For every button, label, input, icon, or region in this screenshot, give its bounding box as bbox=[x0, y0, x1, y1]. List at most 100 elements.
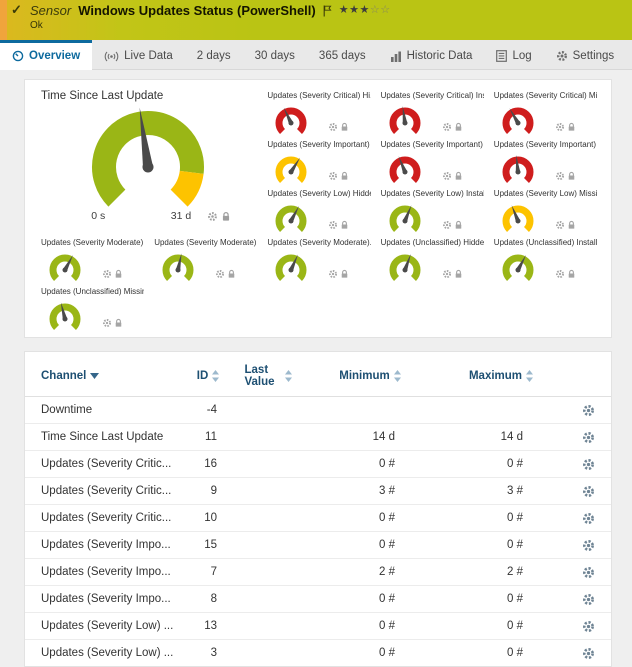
channel-gauge[interactable]: Updates (Unclassified) Install... bbox=[488, 235, 601, 284]
gear-icon[interactable] bbox=[555, 122, 565, 132]
channel-gauge-title: Updates (Severity Important) ... bbox=[494, 140, 597, 149]
gear-icon[interactable] bbox=[215, 269, 225, 279]
col-header-id[interactable]: ID bbox=[183, 358, 233, 397]
gear-icon[interactable] bbox=[328, 269, 338, 279]
gear-icon[interactable] bbox=[555, 171, 565, 181]
lock-icon[interactable] bbox=[567, 122, 576, 132]
channel-settings-gear-icon[interactable] bbox=[565, 566, 611, 579]
channel-row: Updates (Severity Impo... 15 0 # 0 # bbox=[25, 532, 611, 559]
lock-icon[interactable] bbox=[340, 122, 349, 132]
channel-gauge[interactable]: Updates (Severity Important) ... bbox=[488, 137, 601, 186]
channel-settings-gear-icon[interactable] bbox=[565, 539, 611, 552]
tab-overview[interactable]: Overview bbox=[0, 40, 92, 70]
channel-row: Updates (Severity Impo... 8 0 # 0 # bbox=[25, 586, 611, 613]
channel-gauge[interactable]: Updates (Severity Critical) Mi... bbox=[488, 88, 601, 137]
gear-icon[interactable] bbox=[442, 171, 452, 181]
gear-icon[interactable] bbox=[102, 318, 112, 328]
channel-name[interactable]: Updates (Severity Impo... bbox=[25, 586, 183, 613]
gear-icon[interactable] bbox=[328, 171, 338, 181]
lock-icon[interactable] bbox=[454, 220, 463, 230]
channel-name[interactable]: Updates (Severity Critic... bbox=[25, 451, 183, 478]
gear-icon[interactable] bbox=[328, 122, 338, 132]
col-header-channel[interactable]: Channel bbox=[25, 358, 183, 397]
channel-settings-gear-icon[interactable] bbox=[565, 647, 611, 660]
lock-icon[interactable] bbox=[227, 269, 236, 279]
channel-gauge[interactable]: Updates (Severity Moderate) I... bbox=[148, 235, 261, 284]
tab-live-data[interactable]: Live Data bbox=[92, 40, 185, 69]
channel-row: Downtime -4 bbox=[25, 397, 611, 424]
lock-icon[interactable] bbox=[340, 220, 349, 230]
channel-gauge[interactable]: Updates (Severity Moderate) ... bbox=[35, 235, 148, 284]
channel-gauge[interactable]: Updates (Severity Low) Missi... bbox=[488, 186, 601, 235]
lock-icon[interactable] bbox=[340, 171, 349, 181]
col-header-last-value[interactable]: Last Value bbox=[233, 358, 303, 397]
channel-gauge[interactable]: Updates (Severity Low) Install... bbox=[375, 186, 488, 235]
channel-maximum: 0 # bbox=[437, 505, 565, 532]
channel-settings-gear-icon[interactable] bbox=[565, 485, 611, 498]
channel-gauge-title: Updates (Severity Moderate)... bbox=[267, 238, 370, 247]
lock-icon[interactable] bbox=[454, 171, 463, 181]
tab-2-days[interactable]: 2 days bbox=[185, 40, 243, 69]
channel-gauge[interactable]: Updates (Severity Important) ... bbox=[375, 137, 488, 186]
col-header-minimum[interactable]: Minimum bbox=[303, 358, 437, 397]
gear-icon[interactable] bbox=[442, 122, 452, 132]
channel-settings-gear-icon[interactable] bbox=[565, 512, 611, 525]
sort-icon bbox=[212, 370, 219, 382]
channel-gauge[interactable]: Updates (Severity Critical) Hi... bbox=[261, 88, 374, 137]
channel-name[interactable]: Updates (Severity Low) ... bbox=[25, 640, 183, 667]
lock-icon[interactable] bbox=[567, 220, 576, 230]
tab-label: Historic Data bbox=[407, 50, 473, 62]
channel-settings-gear-icon[interactable] bbox=[565, 620, 611, 633]
priority-stars[interactable]: ★★★☆☆ bbox=[339, 5, 391, 16]
lock-icon[interactable] bbox=[114, 269, 123, 279]
gear-icon[interactable] bbox=[555, 220, 565, 230]
channel-row: Updates (Severity Critic... 9 3 # 3 # bbox=[25, 478, 611, 505]
channel-gauge[interactable]: Updates (Severity Important) ... bbox=[261, 137, 374, 186]
tab-label: Log bbox=[512, 50, 531, 62]
lock-icon[interactable] bbox=[221, 211, 231, 222]
lock-icon[interactable] bbox=[454, 122, 463, 132]
tab-30-days[interactable]: 30 days bbox=[243, 40, 307, 69]
gear-icon[interactable] bbox=[102, 269, 112, 279]
channel-settings-gear-icon[interactable] bbox=[565, 458, 611, 471]
channel-name[interactable]: Updates (Severity Low) ... bbox=[25, 613, 183, 640]
tab-label: 30 days bbox=[255, 50, 295, 62]
channel-name[interactable]: Time Since Last Update bbox=[25, 424, 183, 451]
stars-filled: ★★★ bbox=[339, 4, 370, 16]
lock-icon[interactable] bbox=[340, 269, 349, 279]
channel-id: 3 bbox=[183, 640, 233, 667]
tab-historic-data[interactable]: Historic Data bbox=[378, 40, 485, 69]
tab-settings[interactable]: Settings bbox=[544, 40, 627, 69]
channel-id: 8 bbox=[183, 586, 233, 613]
lock-icon[interactable] bbox=[114, 318, 123, 328]
gear-icon[interactable] bbox=[442, 220, 452, 230]
channel-gauge[interactable]: Updates (Unclassified) Hidden bbox=[375, 235, 488, 284]
lock-icon[interactable] bbox=[567, 171, 576, 181]
time-since-last-update-gauge[interactable]: Time Since Last Update 0 s 31 d bbox=[35, 88, 261, 235]
tab-365-days[interactable]: 365 days bbox=[307, 40, 378, 69]
tab-log[interactable]: Log bbox=[484, 40, 543, 69]
channel-name[interactable]: Updates (Severity Impo... bbox=[25, 532, 183, 559]
flag-icon[interactable] bbox=[323, 5, 332, 17]
gear-icon[interactable] bbox=[442, 269, 452, 279]
channel-settings-gear-icon[interactable] bbox=[565, 431, 611, 444]
channel-settings-gear-icon[interactable] bbox=[565, 593, 611, 606]
channel-name[interactable]: Updates (Severity Impo... bbox=[25, 559, 183, 586]
lock-icon[interactable] bbox=[454, 269, 463, 279]
channel-settings-gear-icon[interactable] bbox=[565, 404, 611, 417]
channel-gauge[interactable]: Updates (Severity Low) Hidden bbox=[261, 186, 374, 235]
channel-gauge[interactable]: Updates (Unclassified) Missing bbox=[35, 284, 148, 333]
col-header-maximum[interactable]: Maximum bbox=[437, 358, 565, 397]
channel-name[interactable]: Updates (Severity Critic... bbox=[25, 505, 183, 532]
gear-icon[interactable] bbox=[207, 211, 218, 222]
channel-name[interactable]: Updates (Severity Critic... bbox=[25, 478, 183, 505]
channel-gauge[interactable]: Updates (Severity Critical) Ins... bbox=[375, 88, 488, 137]
gear-icon[interactable] bbox=[328, 220, 338, 230]
sensor-header-text: Sensor Windows Updates Status (PowerShel… bbox=[0, 0, 632, 31]
gear-icon[interactable] bbox=[555, 269, 565, 279]
channel-gauge[interactable]: Updates (Severity Moderate)... bbox=[261, 235, 374, 284]
lock-icon[interactable] bbox=[567, 269, 576, 279]
channel-name[interactable]: Downtime bbox=[25, 397, 183, 424]
channel-id: 15 bbox=[183, 532, 233, 559]
gauge-dial bbox=[61, 104, 235, 214]
